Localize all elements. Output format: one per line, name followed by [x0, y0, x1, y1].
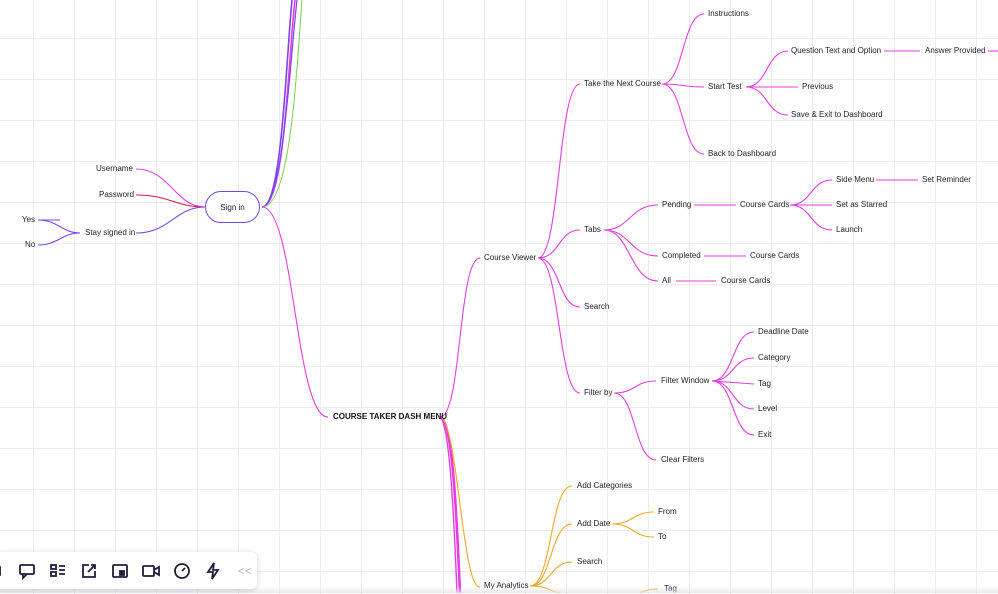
signin-to-root-connector [262, 207, 328, 417]
course-cards-all-node[interactable]: Course Cards [721, 276, 770, 286]
tabs-connectors [604, 180, 918, 281]
clear-filters-node[interactable]: Clear Filters [661, 455, 704, 465]
root-node[interactable]: COURSE TAKER DASH MENU [333, 412, 447, 422]
bottom-toolbar: << [0, 552, 257, 589]
launch-node[interactable]: Launch [836, 225, 862, 235]
tabs-node[interactable]: Tabs [584, 225, 601, 235]
filter-by-node[interactable]: Filter by [584, 388, 612, 398]
signin-label: Sign in [220, 203, 244, 212]
sticky-icon[interactable] [108, 559, 132, 583]
filter-window-node[interactable]: Filter Window [661, 376, 709, 386]
level-node[interactable]: Level [758, 404, 777, 414]
back-dashboard-node[interactable]: Back to Dashboard [708, 149, 776, 159]
course-viewer-node[interactable]: Course Viewer [484, 253, 536, 263]
deadline-date-node[interactable]: Deadline Date [758, 327, 809, 337]
comment-icon[interactable] [15, 559, 39, 583]
signin-node[interactable]: Sign in [205, 191, 260, 223]
add-date-node[interactable]: Add Date [577, 519, 610, 529]
take-next-course-node[interactable]: Take the Next Course [584, 79, 661, 89]
stay-signed-in-node[interactable]: Stay signed in [85, 228, 135, 238]
password-node[interactable]: Password [99, 190, 134, 200]
save-exit-node[interactable]: Save & Exit to Dashboard [791, 110, 883, 120]
start-test-node[interactable]: Start Test [708, 82, 742, 92]
video-icon[interactable] [139, 559, 163, 583]
collapse-toolbar-button[interactable]: << [238, 564, 252, 578]
filter-connectors [614, 332, 754, 460]
all-node[interactable]: All [662, 276, 671, 286]
analytics-connectors [530, 486, 658, 593]
course-viewer-connectors [538, 84, 580, 393]
add-categories-node[interactable]: Add Categories [577, 481, 632, 491]
question-text-node[interactable]: Question Text and Option [791, 46, 881, 56]
tag-node[interactable]: Tag [758, 379, 771, 389]
side-menu-node[interactable]: Side Menu [836, 175, 874, 185]
search-node[interactable]: Search [584, 302, 609, 312]
category-node[interactable]: Category [758, 353, 790, 363]
no-node[interactable]: No [25, 240, 35, 250]
analytics-search-node[interactable]: Search [577, 557, 602, 567]
course-cards-completed-node[interactable]: Course Cards [750, 251, 799, 261]
top-connectors [262, 0, 302, 207]
set-reminder-node[interactable]: Set Reminder [922, 175, 971, 185]
frame-icon[interactable] [0, 559, 8, 583]
completed-node[interactable]: Completed [662, 251, 701, 261]
answer-provided-node[interactable]: Answer Provided [925, 46, 985, 56]
instructions-node[interactable]: Instructions [708, 9, 749, 19]
lightning-icon[interactable] [201, 559, 225, 583]
timer-icon[interactable] [170, 559, 194, 583]
previous-node[interactable]: Previous [802, 82, 833, 92]
username-node[interactable]: Username [96, 164, 133, 174]
share-icon[interactable] [77, 559, 101, 583]
set-starred-node[interactable]: Set as Starred [836, 200, 887, 210]
exit-node[interactable]: Exit [758, 430, 771, 440]
from-node[interactable]: From [658, 507, 677, 517]
mind-map-connectors [0, 0, 998, 593]
to-node[interactable]: To [658, 532, 666, 542]
pending-node[interactable]: Pending [662, 200, 691, 210]
kanban-icon[interactable] [46, 559, 70, 583]
root-connectors [440, 258, 480, 593]
course-cards-pending-node[interactable]: Course Cards [740, 200, 789, 210]
yes-node[interactable]: Yes [22, 215, 35, 225]
